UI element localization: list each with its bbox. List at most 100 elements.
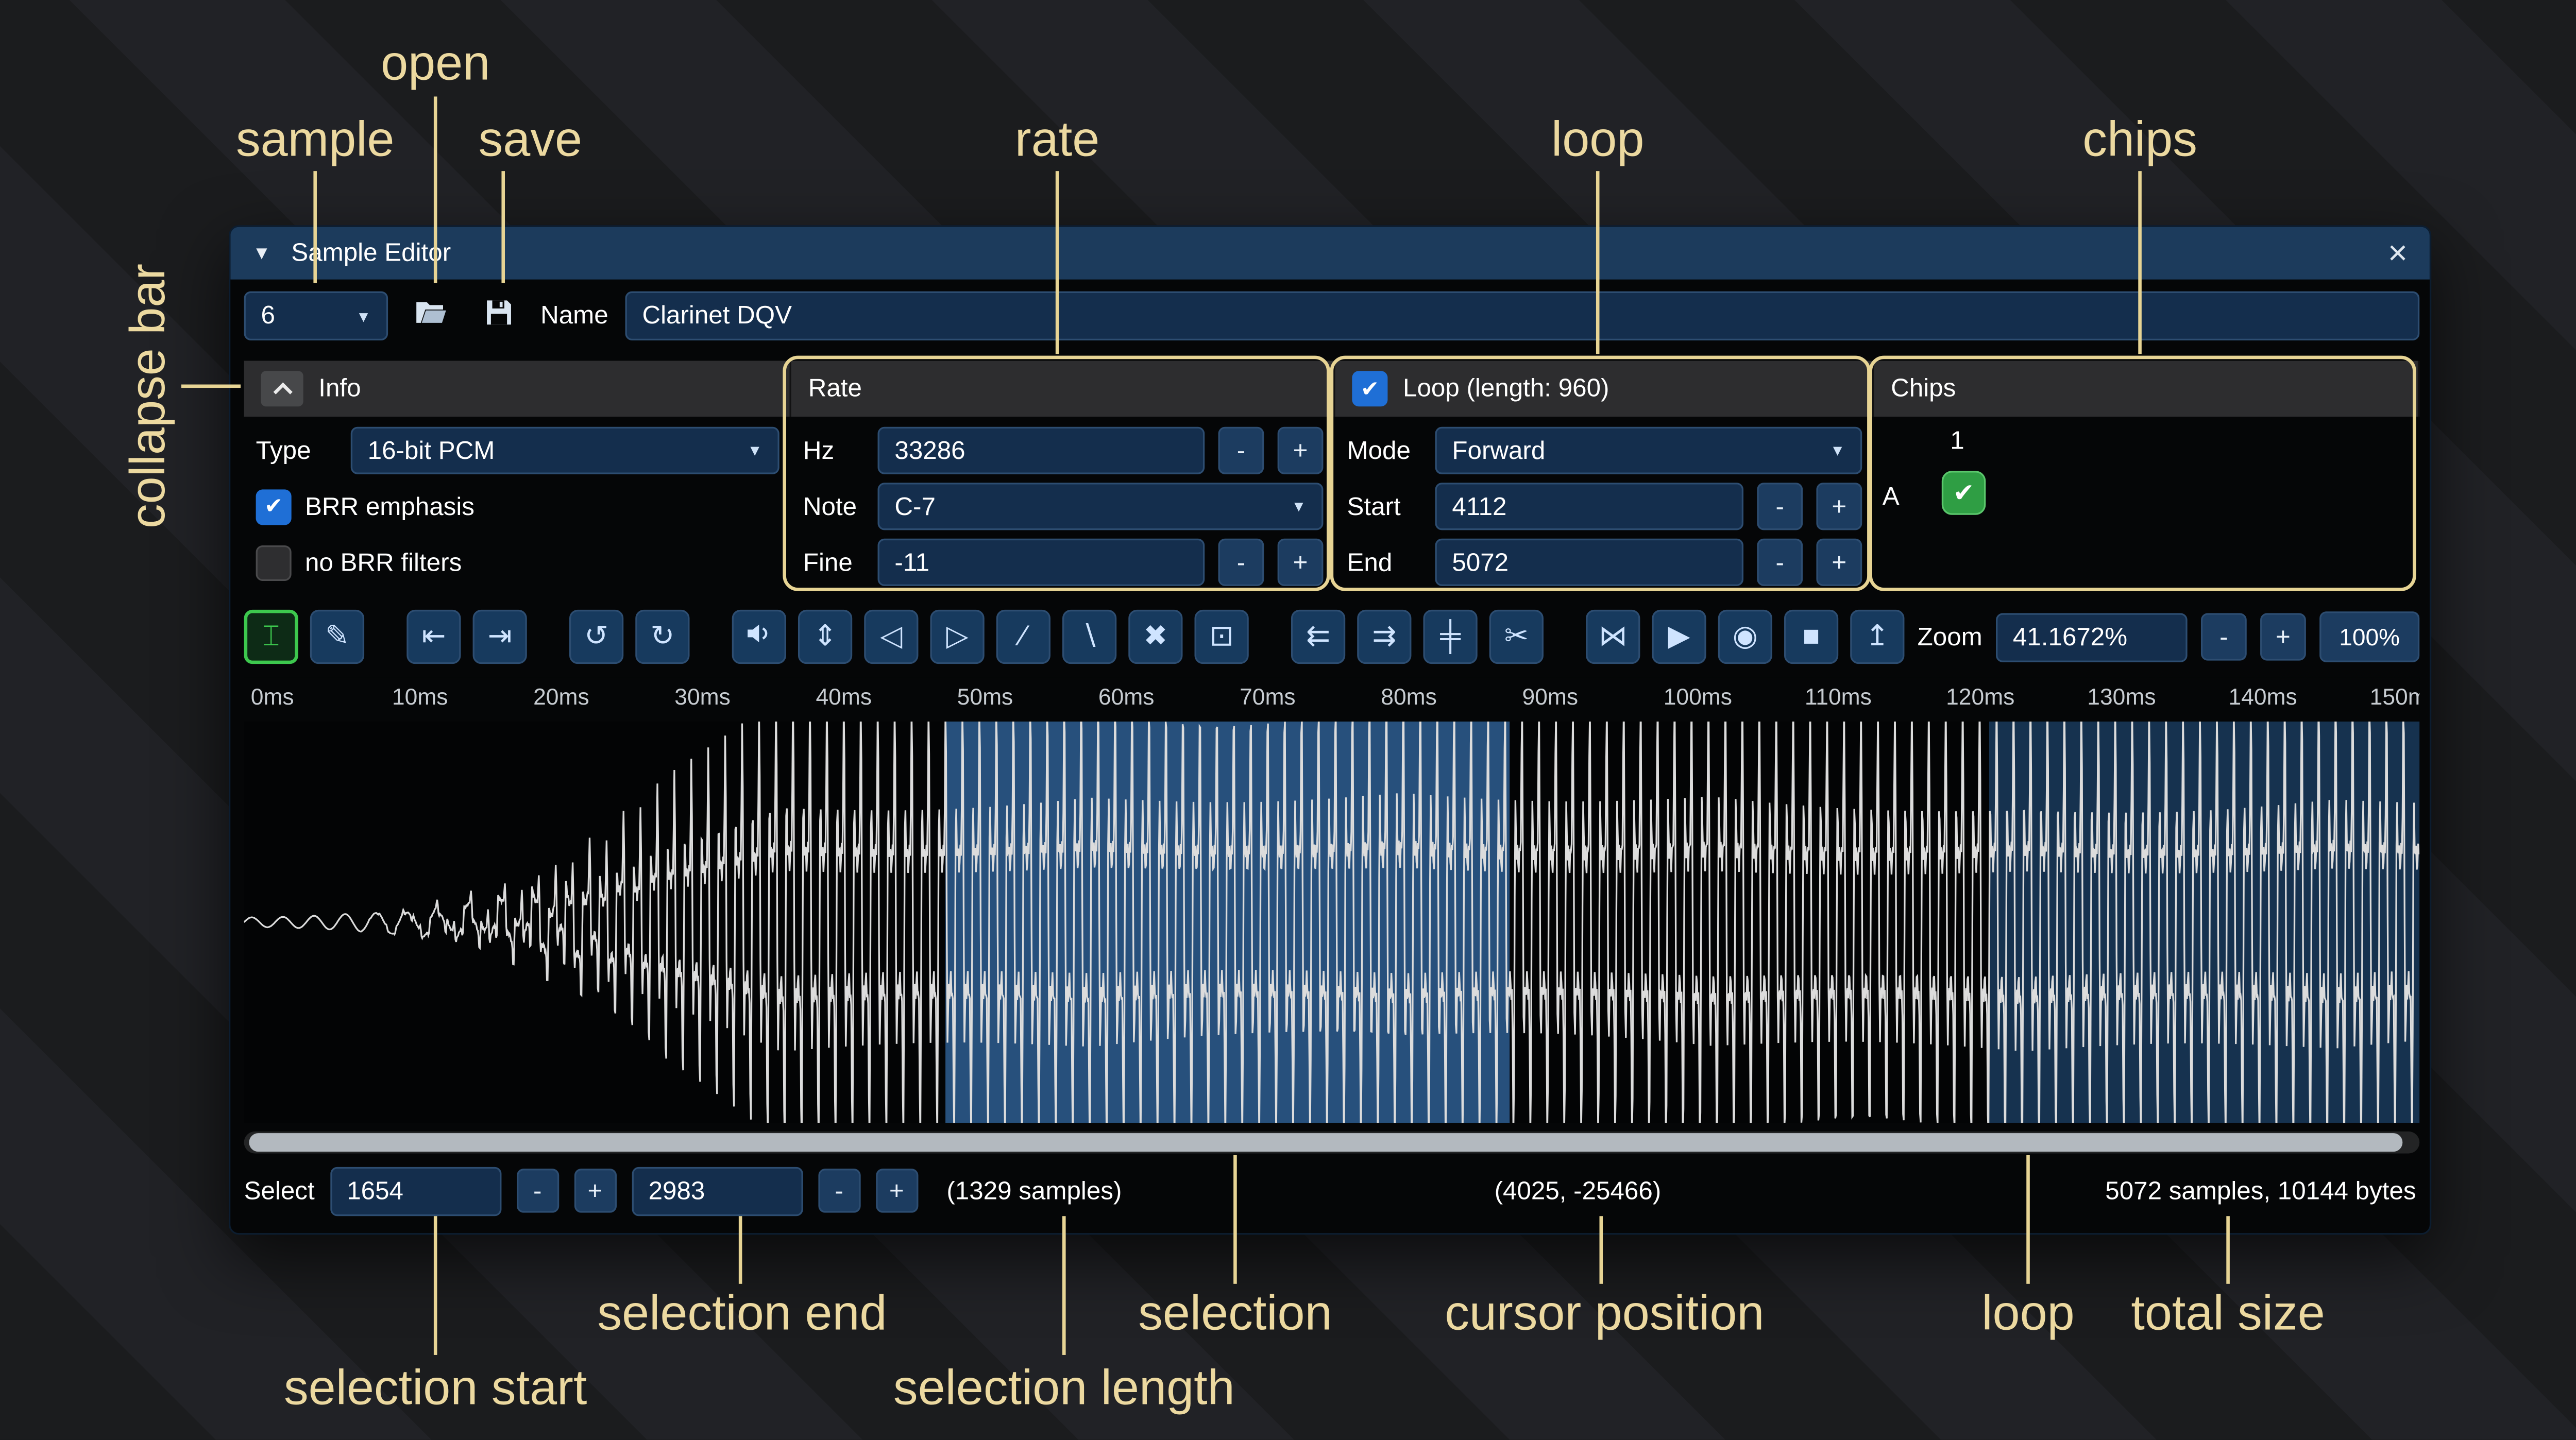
loop-start-input[interactable]: 4112 xyxy=(1435,483,1743,530)
window-collapse-icon[interactable]: ▼ xyxy=(252,243,271,263)
annotation-selection-end: selection end xyxy=(597,1287,887,1343)
play-loop-button[interactable]: ◉ xyxy=(1718,610,1772,664)
amplify-icon: ⇕ xyxy=(813,620,837,654)
preview-speaker-icon xyxy=(744,618,774,657)
dropdown-arrow-icon: ▼ xyxy=(1820,442,1845,459)
loop-point-button[interactable]: ╪ xyxy=(1423,610,1477,664)
tick-label: 50ms xyxy=(957,684,1013,710)
scrollbar-thumb[interactable] xyxy=(249,1133,2402,1152)
crop-button[interactable]: ⊡ xyxy=(1195,610,1249,664)
chevron-up-icon xyxy=(273,382,292,401)
selection-start-input[interactable]: 1654 xyxy=(330,1166,501,1215)
loop-mode-select[interactable]: Forward ▼ xyxy=(1435,427,1862,474)
selection-start-minus-button[interactable]: - xyxy=(516,1169,558,1213)
loop-end-minus-button[interactable]: - xyxy=(1757,539,1803,586)
waveform-display[interactable] xyxy=(244,722,2420,1123)
loop-enable-checkbox[interactable]: ✔ xyxy=(1352,371,1387,406)
brr-emphasis-checkbox[interactable]: ✔ xyxy=(256,489,292,524)
play-sample-button[interactable]: ▶ xyxy=(1652,610,1706,664)
play-forward-button[interactable]: ▷ xyxy=(930,610,984,664)
top-row: 6 ▼ Name Clarinet DQV xyxy=(244,292,2420,340)
hz-label: Hz xyxy=(803,436,864,465)
fade-in-button[interactable]: ∕ xyxy=(996,610,1050,664)
selection-end-input[interactable]: 2983 xyxy=(632,1166,803,1215)
close-icon[interactable]: × xyxy=(2388,236,2408,270)
loop-end-input[interactable]: 5072 xyxy=(1435,539,1743,586)
cut-button[interactable]: ✂ xyxy=(1489,610,1544,664)
fine-plus-button[interactable]: + xyxy=(1278,539,1324,586)
timeline-ruler[interactable]: 0ms 10ms 20ms 30ms 40ms 50ms 60ms 70ms 8… xyxy=(244,677,2420,718)
dropdown-arrow-icon: ▼ xyxy=(346,307,371,324)
tick-label: 20ms xyxy=(533,684,589,710)
shift-left-button[interactable]: ⇇ xyxy=(1291,610,1345,664)
note-select[interactable]: C-7 ▼ xyxy=(878,483,1324,530)
stop-button[interactable]: ■ xyxy=(1784,610,1838,664)
type-label: Type xyxy=(256,436,337,465)
tick-label: 80ms xyxy=(1381,684,1437,710)
amplify-button[interactable]: ⇕ xyxy=(798,610,852,664)
delete-button[interactable]: ✖ xyxy=(1128,610,1182,664)
crossfade-button[interactable]: ⋈ xyxy=(1586,610,1640,664)
seek-end-button[interactable]: ⇥ xyxy=(473,610,527,664)
save-button[interactable] xyxy=(473,292,524,340)
redo-icon: ↻ xyxy=(650,620,674,654)
zoom-minus-button[interactable]: - xyxy=(2201,613,2247,660)
fine-input[interactable]: -11 xyxy=(878,539,1205,586)
total-size-text: 5072 samples, 10144 bytes xyxy=(2105,1176,2416,1205)
annotation-line xyxy=(434,1216,437,1355)
selection-end-plus-button[interactable]: + xyxy=(875,1169,918,1213)
select-tool-button[interactable]: ⌶ xyxy=(244,610,298,664)
select-label: Select xyxy=(244,1176,315,1205)
collapse-bar-button[interactable] xyxy=(261,371,303,406)
tick-label: 10ms xyxy=(392,684,448,710)
tick-label: 90ms xyxy=(1522,684,1578,710)
selection-start-plus-button[interactable]: + xyxy=(574,1169,616,1213)
zoom-plus-button[interactable]: + xyxy=(2260,613,2306,660)
zoom-reset-button[interactable]: 100% xyxy=(2319,611,2419,662)
horizontal-scrollbar[interactable] xyxy=(244,1132,2420,1154)
pencil-icon: ✎ xyxy=(325,620,349,654)
rate-panel-header: Rate xyxy=(791,361,1335,417)
annotation-total-size: total size xyxy=(2131,1287,2325,1343)
tick-label: 120ms xyxy=(1946,684,2014,710)
loop-end-plus-button[interactable]: + xyxy=(1816,539,1862,586)
play-reverse-button[interactable]: ◁ xyxy=(864,610,918,664)
type-select[interactable]: 16-bit PCM ▼ xyxy=(351,427,779,474)
selection-end-minus-button[interactable]: - xyxy=(818,1169,860,1213)
hz-plus-button[interactable]: + xyxy=(1278,427,1324,474)
no-brr-filters-checkbox[interactable] xyxy=(256,544,292,580)
sample-number-select[interactable]: 6 ▼ xyxy=(244,292,388,340)
tick-label: 30ms xyxy=(674,684,731,710)
loop-start-minus-button[interactable]: - xyxy=(1757,483,1803,530)
info-panel-title: Info xyxy=(318,374,361,403)
sample-editor-window: ▼ Sample Editor × 6 ▼ Name Clarinet DQV xyxy=(229,225,2431,1235)
fine-minus-button[interactable]: - xyxy=(1218,539,1264,586)
folder-open-icon xyxy=(413,294,448,338)
annotation-selection-length: selection length xyxy=(893,1362,1235,1418)
redo-button[interactable]: ↻ xyxy=(635,610,689,664)
zoom-label: Zoom xyxy=(1918,623,1982,652)
sample-name-input[interactable]: Clarinet DQV xyxy=(625,292,2420,340)
undo-button[interactable]: ↺ xyxy=(569,610,623,664)
chips-panel-title: Chips xyxy=(1891,374,1956,403)
brr-emphasis-label: BRR emphasis xyxy=(305,492,474,521)
cursor-position-text: (4025, -25466) xyxy=(1495,1176,1662,1205)
preview-button[interactable] xyxy=(732,610,786,664)
titlebar[interactable]: ▼ Sample Editor × xyxy=(230,227,2430,280)
fade-out-button[interactable]: ∖ xyxy=(1062,610,1116,664)
chip-a1-checkbox[interactable]: ✔ xyxy=(1942,471,1986,515)
hz-minus-button[interactable]: - xyxy=(1218,427,1264,474)
export-button[interactable]: ↥ xyxy=(1850,610,1904,664)
pencil-tool-button[interactable]: ✎ xyxy=(310,610,364,664)
chip-column-header: 1 xyxy=(1950,427,1964,456)
seek-start-button[interactable]: ⇤ xyxy=(406,610,461,664)
tick-label: 140ms xyxy=(2228,684,2297,710)
open-button[interactable] xyxy=(405,292,456,340)
play-forward-icon: ▷ xyxy=(946,620,969,654)
loop-panel-header: ✔ Loop (length: 960) xyxy=(1335,361,1874,417)
hz-input[interactable]: 33286 xyxy=(878,427,1205,474)
shift-right-button[interactable]: ⇉ xyxy=(1357,610,1411,664)
toolbar: ⌶ ✎ ⇤ ⇥ ↺ ↻ ⇕ ◁ ▷ ∕ ∖ ✖ ⊡ ⇇ ⇉ ╪ ✂ xyxy=(244,606,2420,667)
zoom-input[interactable]: 41.1672% xyxy=(1996,612,2188,661)
loop-start-plus-button[interactable]: + xyxy=(1816,483,1862,530)
